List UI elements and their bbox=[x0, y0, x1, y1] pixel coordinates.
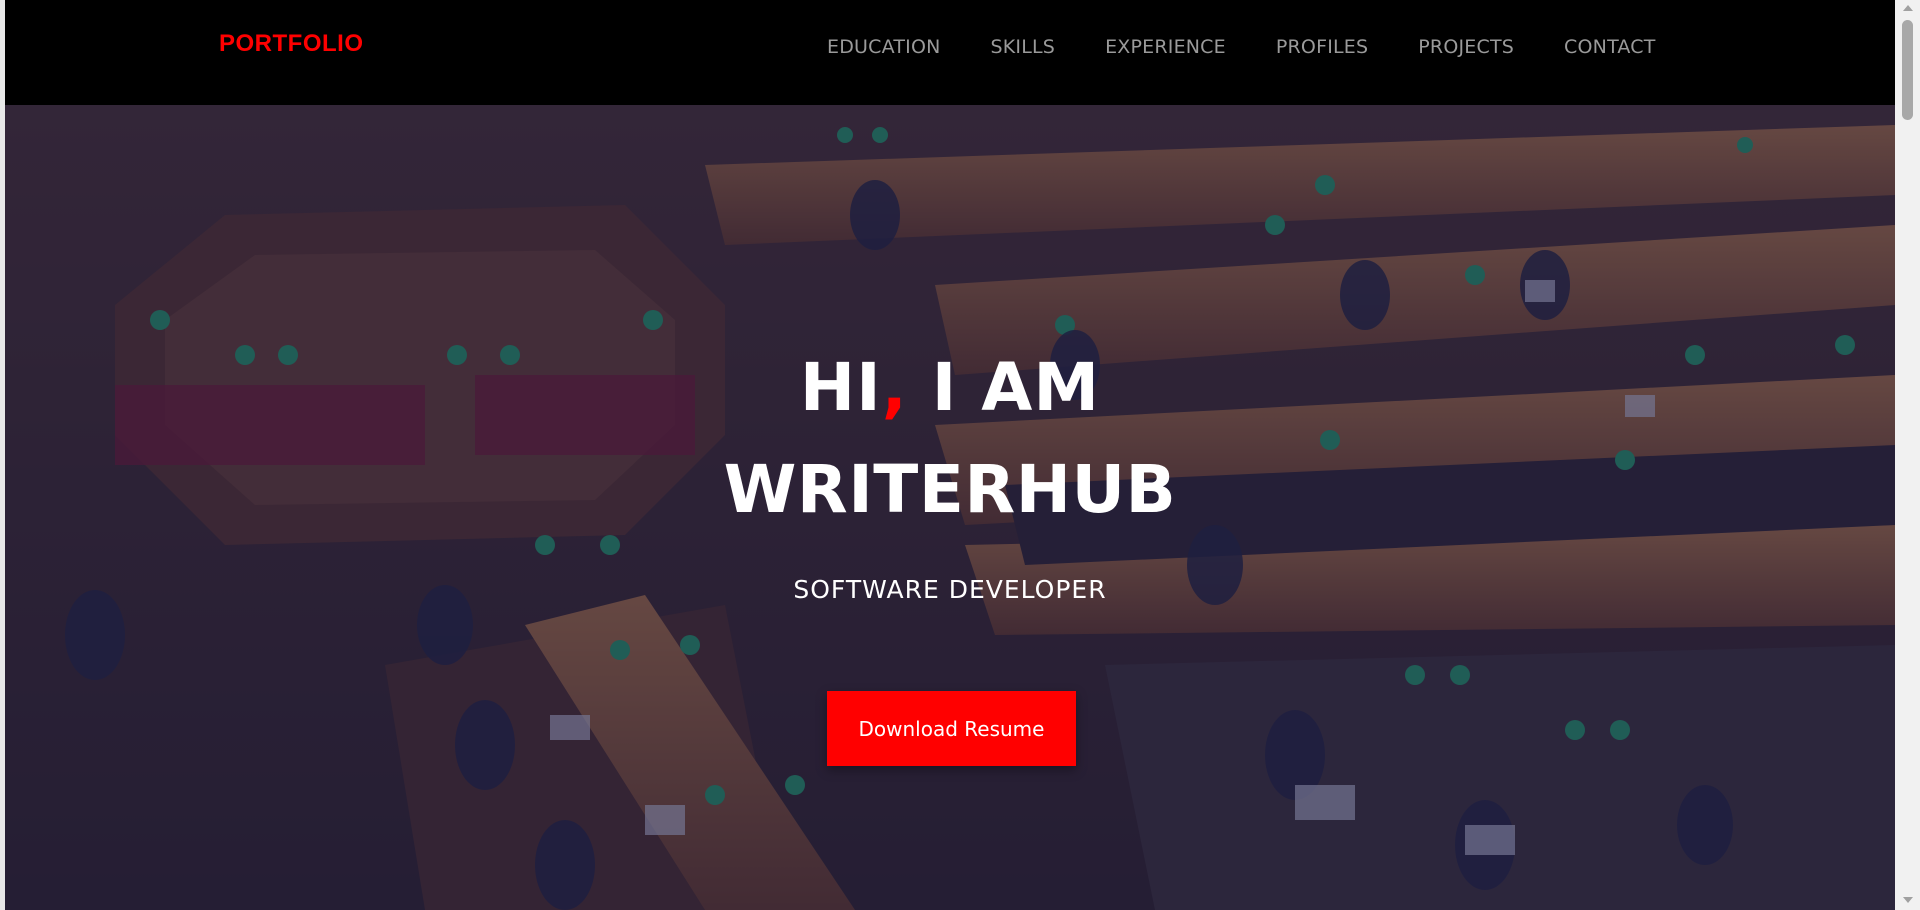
nav-item-skills[interactable]: SKILLS bbox=[991, 36, 1056, 58]
download-resume-button[interactable]: Download Resume bbox=[827, 691, 1076, 766]
nav-item-education[interactable]: EDUCATION bbox=[827, 36, 941, 58]
nav-item-experience[interactable]: EXPERIENCE bbox=[1105, 36, 1226, 58]
top-navbar: PORTFOLIO EDUCATION SKILLS EXPERIENCE PR… bbox=[5, 0, 1895, 105]
scroll-down-arrow-icon[interactable] bbox=[1903, 897, 1913, 903]
hero-role: SOFTWARE DEVELOPER bbox=[793, 575, 1107, 604]
hero-name: WRITERHUB bbox=[723, 451, 1177, 528]
browser-viewport: PORTFOLIO EDUCATION SKILLS EXPERIENCE PR… bbox=[0, 0, 1920, 910]
greeting-hi: HI bbox=[799, 349, 882, 426]
nav-item-contact[interactable]: CONTACT bbox=[1564, 36, 1656, 58]
nav-item-profiles[interactable]: PROFILES bbox=[1276, 36, 1368, 58]
vertical-scrollbar[interactable] bbox=[1895, 0, 1920, 910]
greeting-i-am: I AM bbox=[907, 349, 1101, 426]
nav-item-projects[interactable]: PROJECTS bbox=[1418, 36, 1514, 58]
nav-menu: EDUCATION SKILLS EXPERIENCE PROFILES PRO… bbox=[827, 36, 1656, 58]
scrollbar-thumb[interactable] bbox=[1902, 20, 1913, 120]
hero-section: HI, I AM WRITERHUB SOFTWARE DEVELOPER Do… bbox=[5, 105, 1895, 910]
brand-logo[interactable]: PORTFOLIO bbox=[219, 30, 364, 58]
hero-content: HI, I AM WRITERHUB SOFTWARE DEVELOPER Do… bbox=[5, 105, 1895, 910]
scroll-up-arrow-icon[interactable] bbox=[1903, 5, 1913, 11]
hero-greeting: HI, I AM bbox=[5, 343, 1895, 433]
portfolio-page: PORTFOLIO EDUCATION SKILLS EXPERIENCE PR… bbox=[5, 0, 1895, 910]
greeting-comma: , bbox=[881, 349, 908, 426]
